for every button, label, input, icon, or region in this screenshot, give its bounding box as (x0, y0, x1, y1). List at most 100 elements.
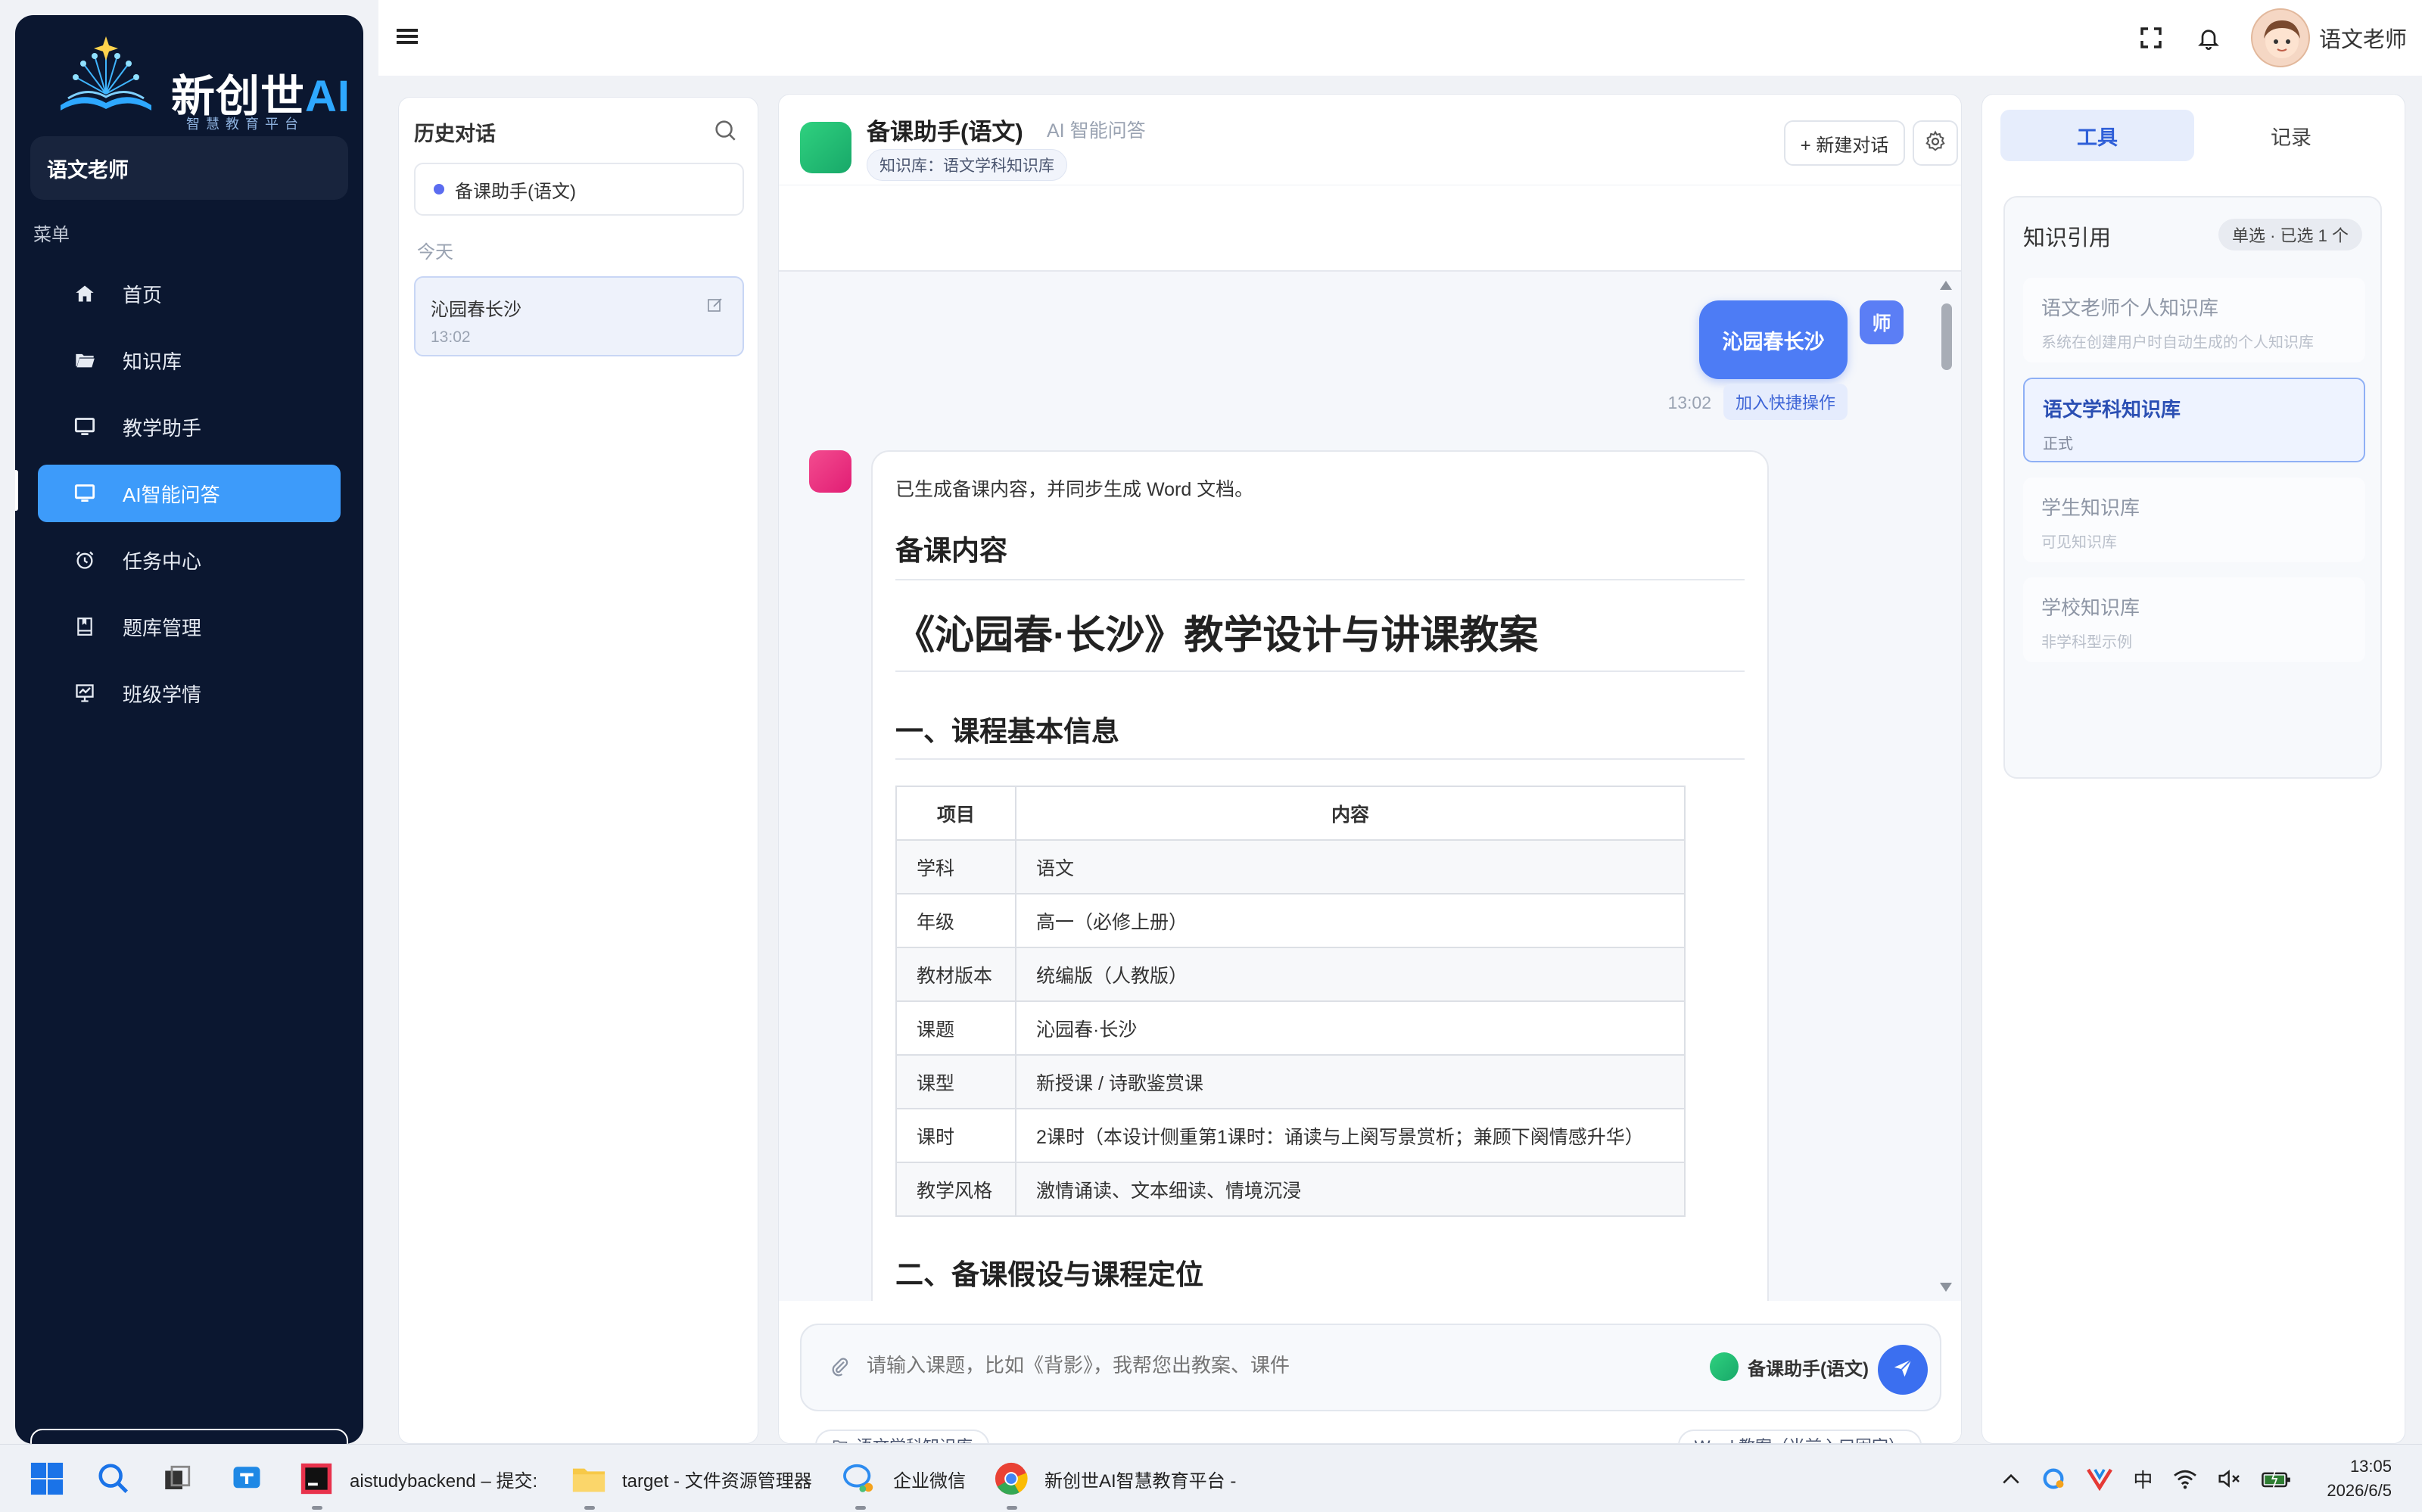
table-row: 教学风格 激情诵读、文本细读、情境沉浸 (895, 1162, 1686, 1217)
alarm-clock-icon (73, 548, 97, 572)
sidebar-item-label: AI智能问答 (123, 483, 220, 506)
answer-section-heading: 一、课程基本信息 (895, 708, 1745, 760)
folder-icon (73, 348, 97, 372)
edit-icon[interactable] (706, 296, 724, 314)
course-info-table: 项目 内容 学科 语文 年级 高一（必修上册） 教材版本 统编版（人教版） 课题 沁园春… (895, 786, 1686, 1217)
agent-dot-icon (1710, 1352, 1739, 1381)
agent-avatar (800, 122, 851, 173)
user-role-box[interactable]: 语文老师 (30, 136, 348, 200)
sidebar-item-question-bank[interactable]: 题库管理 (38, 598, 341, 655)
new-chat-button[interactable]: + 新建对话 (1784, 120, 1905, 166)
start-button[interactable] (29, 1445, 65, 1512)
scroll-up-arrow-icon[interactable] (1940, 281, 1952, 290)
answer-section-heading: 二、备课假设与课程定位 (895, 1259, 1203, 1290)
table-cell: 学科 (895, 839, 1016, 894)
sidebar-item-class-analytics[interactable]: 班级学情 (38, 664, 341, 722)
fullscreen-icon[interactable] (2136, 23, 2166, 53)
taskbar-clock[interactable]: 13:05 2026/6/5 (2327, 1454, 2392, 1503)
chevron-up-icon[interactable] (2001, 1472, 2021, 1486)
taskbar: aistudybackend – 提交: target - 文件资源管理器 企业… (0, 1444, 2422, 1512)
table-row: 年级 高一（必修上册） (895, 893, 1686, 948)
taskbar-app-label: aistudybackend – 提交: (350, 1470, 538, 1492)
sidebar-footer-box (30, 1429, 348, 1444)
running-indicator (584, 1506, 595, 1510)
chat-messages[interactable]: 师 沁园春长沙 13:02 加入快捷操作 已生成备课内容，并同步生成 Word … (779, 270, 1961, 1301)
top-right-actions: 语文老师 (2109, 8, 2407, 68)
sidebar-item-task-center[interactable]: 任务中心 (38, 531, 341, 589)
agent-name: 备课助手(语文) (867, 119, 1023, 145)
chrome-icon (993, 1461, 1029, 1497)
windows-logo-icon (29, 1461, 65, 1497)
scroll-down-arrow-icon[interactable] (1940, 1283, 1952, 1292)
bell-icon[interactable] (2193, 23, 2224, 53)
top-username[interactable]: 语文老师 (2319, 22, 2407, 54)
clock-date: 2026/6/5 (2327, 1481, 2392, 1500)
agent-selector[interactable]: 备课助手(语文) (1710, 1352, 1869, 1381)
kb-option-desc: 可见知识库 (2041, 534, 2117, 551)
taskbar-app-ide[interactable]: aistudybackend – 提交: (298, 1445, 537, 1512)
kb-option-subject[interactable]: 语文学科知识库 正式 (2023, 378, 2365, 462)
kb-chip[interactable]: 语文学科知识库 (815, 1430, 990, 1443)
scrollbar-thumb[interactable] (1941, 303, 1952, 370)
wifi-icon[interactable] (2172, 1468, 2198, 1489)
running-indicator (855, 1506, 866, 1510)
chat-input[interactable] (867, 1354, 1548, 1377)
tab-tools[interactable]: 工具 (2000, 110, 2194, 161)
book-icon (73, 614, 97, 639)
sidebar-item-label: 知识库 (123, 350, 182, 373)
taskbar-app-wecom[interactable]: 企业微信 (842, 1445, 966, 1512)
paperclip-icon[interactable] (829, 1355, 851, 1378)
send-button[interactable] (1878, 1345, 1928, 1395)
history-agent-filter[interactable]: 备课助手(语文) (414, 163, 744, 216)
task-view-icon (159, 1461, 195, 1497)
sidebar-item-teaching-assistant[interactable]: 教学助手 (38, 398, 341, 456)
sidebar-item-ai-qa[interactable]: AI智能问答 (38, 465, 341, 522)
sidebar-item-knowledge[interactable]: 知识库 (38, 331, 341, 389)
knowledge-reference-card: 知识引用 单选 · 已选 1 个 语文老师个人知识库 系统在创建用户时自动生成的… (2003, 196, 2382, 779)
table-cell: 课型 (895, 1054, 1016, 1109)
security-app-icon[interactable] (2086, 1467, 2113, 1491)
search-icon[interactable] (712, 117, 738, 143)
kb-option-name: 学校知识库 (2041, 596, 2140, 619)
menu-title: 菜单 (33, 225, 70, 245)
add-quick-action-button[interactable]: 加入快捷操作 (1723, 384, 1848, 420)
avatar[interactable] (2250, 8, 2310, 67)
kb-option-personal[interactable]: 语文老师个人知识库 系统在创建用户时自动生成的个人知识库 (2023, 278, 2365, 362)
user-role-label: 语文老师 (47, 158, 129, 182)
chat-input-area: 备课助手(语文) 语文学科知识库 Word 教案（当前入口固定） (779, 1301, 1961, 1443)
agent-dot-icon (434, 184, 444, 194)
task-view-button[interactable] (159, 1445, 195, 1512)
table-cell: 2课时（本设计侧重第1课时：诵读与上阕写景赏析；兼顾下阕情感升华） (1015, 1108, 1686, 1163)
assistant-answer: 已生成备课内容，并同步生成 Word 文档。 备课内容 《沁园春·长沙》教学设计… (871, 450, 1769, 1301)
agent-selector-label: 备课助手(语文) (1748, 1358, 1869, 1380)
table-cell: 高一（必修上册） (1015, 893, 1686, 948)
chat-input-box: 备课助手(语文) (800, 1324, 1941, 1411)
table-cell: 课时 (895, 1108, 1016, 1163)
sidebar-item-home[interactable]: 首页 (38, 265, 341, 322)
taskbar-search[interactable] (95, 1445, 132, 1512)
menu-toggle-icon[interactable] (397, 27, 418, 45)
tools-panel: 工具 记录 知识引用 单选 · 已选 1 个 语文老师个人知识库 系统在创建用户… (1981, 94, 2405, 1444)
running-indicator (312, 1506, 322, 1510)
word-output-chip[interactable]: Word 教案（当前入口固定） (1677, 1430, 1922, 1443)
table-row: 课型 新授课 / 诗歌鉴赏课 (895, 1054, 1686, 1109)
tools-tabs: 工具 记录 (2000, 110, 2388, 161)
settings-button[interactable] (1913, 120, 1958, 166)
taskbar-app-explorer[interactable]: target - 文件资源管理器 (571, 1445, 812, 1512)
battery-icon[interactable] (2262, 1469, 2292, 1489)
history-conversation-item[interactable]: 沁园春长沙 13:02 (414, 276, 744, 356)
tab-records[interactable]: 记录 (2194, 110, 2388, 161)
kb-option-school[interactable]: 学校知识库 非学科型示例 (2023, 577, 2365, 662)
kb-option-desc: 非学科型示例 (2041, 634, 2132, 651)
taskbar-app-chat[interactable] (229, 1445, 265, 1512)
system-tray: 中 13:05 2026/6/5 (1981, 1445, 2392, 1512)
taskbar-app-browser[interactable]: 新创世AI智慧教育平台 - (993, 1445, 1236, 1512)
sidebar-item-label: 任务中心 (123, 549, 202, 573)
kb-option-student[interactable]: 学生知识库 可见知识库 (2023, 478, 2365, 562)
speaker-muted-icon[interactable] (2218, 1468, 2242, 1489)
brand-logo: 新创世AI 智慧教育平台 (58, 33, 350, 132)
ime-indicator[interactable]: 中 (2133, 1465, 2153, 1493)
sync-app-icon[interactable] (2041, 1466, 2066, 1492)
top-bar: 语文老师 (378, 0, 2422, 76)
selection-badge: 单选 · 已选 1 个 (2218, 219, 2362, 250)
